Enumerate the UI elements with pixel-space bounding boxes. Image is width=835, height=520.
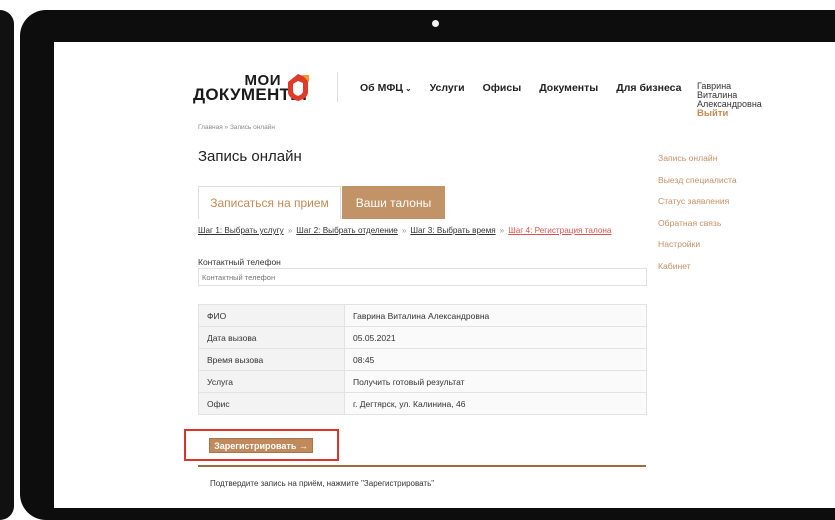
sidebar-item-application-status[interactable]: Статус заявления — [658, 196, 737, 206]
detail-value: г. Дегтярск, ул. Калинина, 46 — [344, 392, 647, 415]
step-navigation: Шаг 1: Выбрать услугу» Шаг 2: Выбрать отд… — [198, 226, 611, 235]
user-block: Гаврина Виталина Александровна Выйти — [697, 82, 762, 119]
confirm-instruction: Подтвердите запись на приём, нажмите "За… — [210, 479, 435, 488]
logo-divider — [337, 72, 338, 102]
sidebar-item-settings[interactable]: Настройки — [658, 239, 737, 249]
detail-value: Получить готовый результат — [344, 370, 647, 393]
detail-key: Время вызова — [198, 348, 345, 371]
table-row: Услуга Получить готовый результат — [198, 370, 647, 393]
detail-value: 05.05.2021 — [344, 326, 647, 349]
logout-link[interactable]: Выйти — [697, 109, 762, 119]
nav-item-business[interactable]: Для бизнеса — [616, 82, 681, 94]
nav-item-label: Об МФЦ — [360, 82, 403, 94]
page-title: Запись онлайн — [198, 148, 302, 165]
breadcrumb[interactable]: Главная » Запись онлайн — [198, 124, 275, 131]
divider-line — [198, 465, 646, 467]
detail-value: Гаврина Виталина Александровна — [344, 304, 647, 327]
browser-screen: МОИ ДОКУМЕНТЫ Об МФЦ ⌄ Услуги Офисы Докум… — [54, 42, 835, 508]
phone-input[interactable] — [198, 268, 647, 286]
tab-book-appointment[interactable]: Записаться на прием — [198, 186, 341, 219]
sidebar-item-specialist-visit[interactable]: Выезд специалиста — [658, 175, 737, 185]
table-row: Время вызова 08:45 — [198, 348, 647, 371]
nav-item-documents[interactable]: Документы — [539, 82, 598, 94]
device-frame: МОИ ДОКУМЕНТЫ Об МФЦ ⌄ Услуги Офисы Докум… — [20, 10, 835, 520]
step-separator: » — [499, 226, 505, 235]
tab-your-tickets[interactable]: Ваши талоны — [342, 186, 445, 219]
camera-dot — [432, 20, 439, 27]
detail-key: Дата вызова — [198, 326, 345, 349]
appointment-details-table: ФИО Гаврина Виталина Александровна Дата вы… — [198, 304, 647, 415]
detail-key: Офис — [198, 392, 345, 415]
table-row: Офис г. Дегтярск, ул. Калинина, 46 — [198, 392, 647, 415]
mfc-logo[interactable]: МОИ ДОКУМЕНТЫ — [193, 72, 311, 106]
detail-key: ФИО — [198, 304, 345, 327]
logo-mark-icon — [288, 74, 309, 101]
step-4-current[interactable]: Шаг 4: Регистрация талона — [508, 226, 611, 235]
step-1-link[interactable]: Шаг 1: Выбрать услугу — [198, 226, 284, 235]
table-row: Дата вызова 05.05.2021 — [198, 326, 647, 349]
register-button[interactable]: Зарегистрировать → — [209, 438, 313, 453]
nav-item-about[interactable]: Об МФЦ ⌄ — [360, 82, 412, 94]
detail-value: 08:45 — [344, 348, 647, 371]
sidebar-menu: Запись онлайн Выезд специалиста Статус з… — [658, 153, 737, 282]
step-separator: » — [287, 226, 293, 235]
nav-item-offices[interactable]: Офисы — [483, 82, 522, 94]
phone-label: Контактный телефон — [198, 257, 281, 267]
chevron-down-icon: ⌄ — [404, 84, 412, 93]
sidebar-item-feedback[interactable]: Обратная связь — [658, 218, 737, 228]
nav-item-services[interactable]: Услуги — [430, 82, 465, 94]
device-left-edge — [0, 10, 14, 520]
main-nav: Об МФЦ ⌄ Услуги Офисы Документы Для бизне… — [360, 82, 681, 94]
step-separator: » — [401, 226, 407, 235]
sidebar-item-cabinet[interactable]: Кабинет — [658, 261, 737, 271]
sidebar-item-online-booking[interactable]: Запись онлайн — [658, 153, 737, 163]
step-2-link[interactable]: Шаг 2: Выбрать отделение — [296, 226, 398, 235]
detail-key: Услуга — [198, 370, 345, 393]
step-3-link[interactable]: Шаг 3: Выбрать время — [410, 226, 495, 235]
table-row: ФИО Гаврина Виталина Александровна — [198, 304, 647, 327]
